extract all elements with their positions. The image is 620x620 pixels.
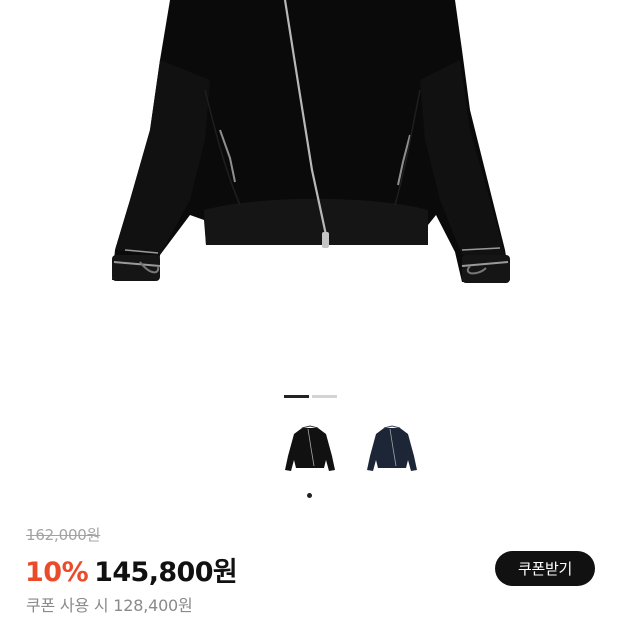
- pager-indicator-active: [284, 395, 309, 398]
- image-pager: [284, 395, 337, 398]
- price-row: 10% 145,800원: [25, 550, 238, 589]
- color-thumbnails: [280, 420, 422, 484]
- discount-rate: 10%: [25, 557, 89, 588]
- coupon-price: 쿠폰 사용 시 128,400원: [26, 596, 193, 615]
- sale-price: 145,800원: [94, 557, 238, 588]
- coupon-download-button[interactable]: 쿠폰받기: [495, 551, 595, 586]
- pager-indicator: [312, 395, 337, 398]
- original-price: 162,000원: [26, 526, 101, 544]
- thumbnail-black[interactable]: [280, 420, 340, 484]
- thumbnail-navy[interactable]: [362, 420, 422, 484]
- jacket-thumbnail-navy: [367, 425, 417, 471]
- jacket-photo: [112, 0, 510, 283]
- product-image[interactable]: [0, 0, 620, 370]
- selected-thumbnail-dot: [307, 493, 312, 498]
- jacket-thumbnail-black: [285, 425, 335, 471]
